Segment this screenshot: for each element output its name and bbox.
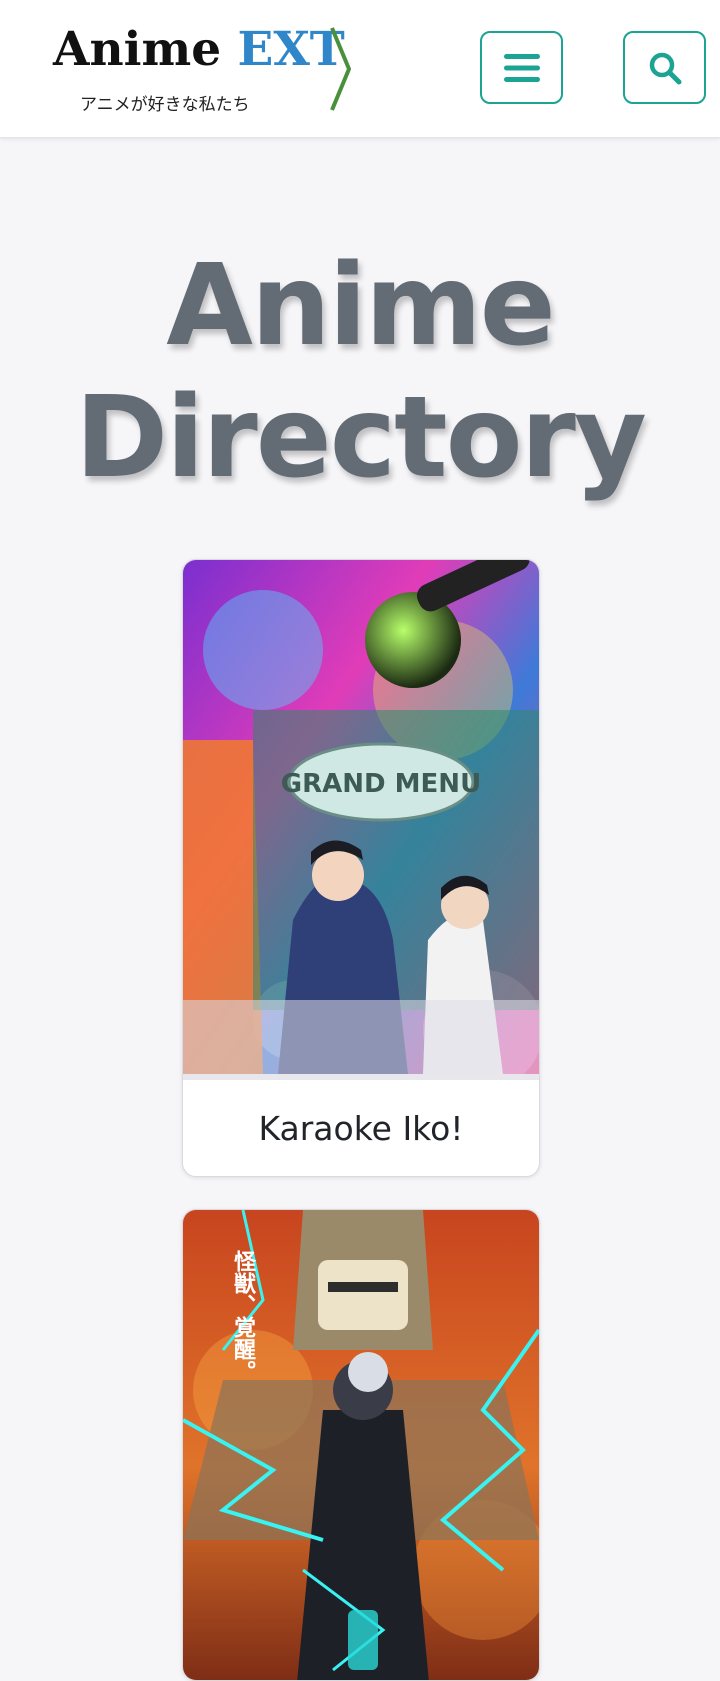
logo-subtitle: アニメが好きな私たち <box>80 95 250 115</box>
anime-cover-image: GRAND MENU <box>183 560 539 1074</box>
site-logo[interactable]: Anime EXT アニメが好きな私たち <box>53 18 353 118</box>
hamburger-menu-icon <box>503 53 540 82</box>
anime-cover-image: 怪獣、覚醒。 <box>183 1210 539 1680</box>
anime-card[interactable]: 怪獣、覚醒。 <box>182 1209 540 1681</box>
site-header: Anime EXT アニメが好きな私たち <box>0 0 720 138</box>
cover-tagline-text: 怪獣、覚醒。 <box>230 1250 256 1382</box>
anime-title: Karaoke Iko! <box>258 1108 464 1148</box>
page-title: Anime Directory <box>0 240 720 504</box>
logo-title: Anime EXT <box>53 24 345 76</box>
logo-chevron-icon <box>330 27 351 111</box>
page-title-line2: Directory <box>75 373 647 503</box>
menu-button[interactable] <box>480 31 563 104</box>
page-title-line1: Anime <box>166 241 555 371</box>
logo-title-main: Anime <box>53 22 222 77</box>
search-icon <box>649 52 681 84</box>
anime-card[interactable]: GRAND MENU Karaoke Iko! <box>182 559 540 1177</box>
cover-menu-text: GRAND MENU <box>281 769 481 799</box>
search-button[interactable] <box>623 31 706 104</box>
